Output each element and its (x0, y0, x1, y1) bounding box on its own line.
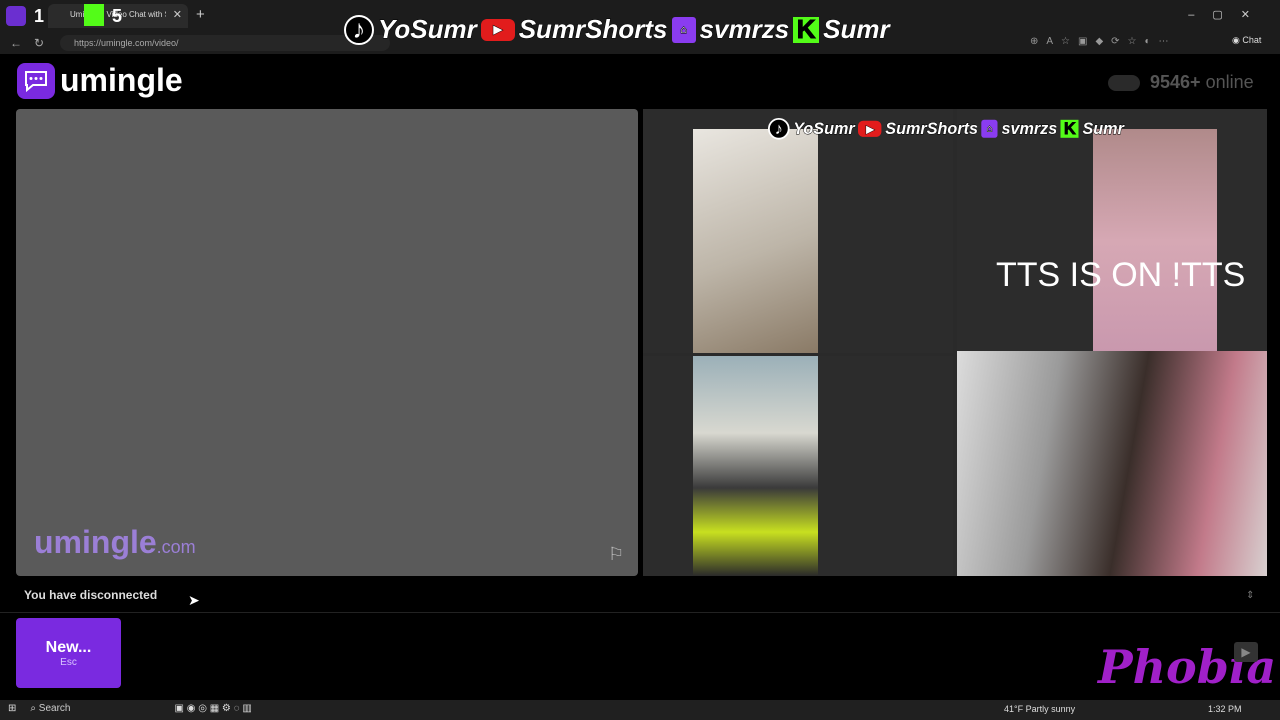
connection-status: You have disconnected (24, 588, 158, 602)
streamer-webcam (957, 351, 1267, 576)
overlay-number-2: 5 (112, 6, 123, 26)
webcam-feed (693, 356, 818, 576)
camera-cell-bottom-left (643, 356, 953, 576)
taskbar-clock[interactable]: 1:32 PM (1208, 704, 1242, 714)
divider (0, 612, 1280, 613)
url-text: https://umingle.com/video/ (74, 38, 179, 48)
start-icon[interactable]: ⊞ (8, 703, 16, 714)
youtube-icon: ▶ (480, 18, 515, 41)
youtube-handle: SumrShorts (518, 14, 668, 45)
tiktok-handle: YoSumr (378, 14, 478, 45)
camera-cell-bottom-right (957, 351, 1267, 576)
kick-handle: Sumr (823, 14, 890, 45)
mouse-cursor-icon: ➤ (188, 592, 200, 608)
window-controls[interactable]: –▢✕ (1188, 8, 1268, 21)
report-flag-icon[interactable]: ⚐ (608, 544, 624, 565)
search-icon[interactable]: ⌕ Search (30, 703, 70, 714)
tts-overlay-text: TTS IS ON !TTS (996, 256, 1246, 294)
stranger-video-panel (16, 109, 638, 576)
webcam-feed (693, 129, 818, 353)
taskbar-apps[interactable]: ▣ ◉ ◎ ▦ ⚙ ◌ ▥ (174, 703, 251, 714)
refresh-icon[interactable]: ↻ (34, 36, 44, 50)
close-tab-icon[interactable]: ✕ (173, 8, 182, 21)
kick-handle: Sumr (1082, 119, 1124, 138)
taskbar-weather[interactable]: 41°F Partly sunny (1004, 704, 1075, 714)
camera-cell-top-left (643, 109, 953, 353)
copilot-chat-button[interactable]: ◉ Chat (1232, 35, 1261, 46)
tiktok-icon: ♪ (344, 14, 374, 45)
new-tab-icon[interactable]: + (196, 6, 205, 23)
taskbar-search-label: Search (38, 703, 71, 714)
social-overlay-mid: ♪ YoSumr ▶ SumrShorts ⌂ svmrzs K Sumr (768, 118, 1124, 140)
watermark-tld: .com (156, 537, 196, 557)
overlay-number-1: 1 (34, 6, 45, 26)
kick-icon: K (1060, 119, 1079, 138)
twitch-icon: ⌂ (981, 119, 998, 138)
kick-logo-icon (84, 4, 104, 26)
youtube-handle: SumrShorts (885, 119, 979, 138)
video-watermark: umingle.com (34, 524, 196, 561)
umingle-logo-icon[interactable] (17, 63, 55, 99)
twitch-handle: svmrzs (699, 14, 790, 45)
watermark-main: umingle (34, 524, 157, 560)
online-label: online (1205, 72, 1254, 92)
kick-icon: K (793, 14, 820, 45)
url-field[interactable]: https://umingle.com/video/ (60, 35, 390, 51)
send-icon[interactable]: ▶ (1234, 642, 1258, 662)
profile-icon[interactable] (6, 6, 26, 26)
online-count: 9546+ online (1150, 72, 1254, 93)
toolbar-icons[interactable]: ⊕A☆▣◆⟳☆◐⋯ (1030, 36, 1177, 47)
scroll-arrows-icon[interactable]: ⇕ (1246, 590, 1254, 601)
new-button-hint: Esc (60, 656, 77, 668)
camera-cell-top-right (957, 109, 1267, 353)
chat-label: Chat (1242, 35, 1262, 45)
theme-toggle[interactable] (1108, 75, 1140, 91)
new-chat-button[interactable]: New... Esc (16, 618, 121, 688)
site-logo[interactable]: umingle (60, 62, 183, 99)
tiktok-icon: ♪ (768, 118, 790, 140)
twitch-handle: svmrzs (1001, 119, 1058, 138)
social-overlay-top: ♪ YoSumr ▶ SumrShorts ⌂ svmrzs K Sumr (344, 14, 890, 45)
taskbar-left: ⊞ ⌕ Search ▣ ◉ ◎ ▦ ⚙ ◌ ▥ (8, 703, 252, 714)
twitch-icon: ⌂ (671, 16, 696, 43)
online-number: 9546+ (1150, 72, 1201, 92)
new-button-label: New... (45, 638, 92, 656)
youtube-icon: ▶ (858, 120, 882, 137)
tiktok-handle: YoSumr (793, 119, 855, 138)
back-icon[interactable]: ← (10, 36, 22, 50)
stream-camera-grid (643, 109, 1267, 576)
webcam-feed (1093, 129, 1217, 353)
